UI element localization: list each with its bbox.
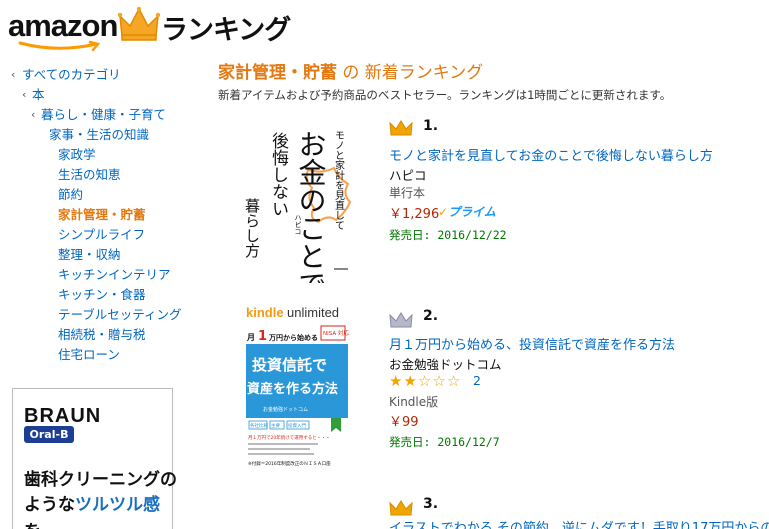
sidebar-item-table-setting[interactable]: テーブルセッティング: [58, 304, 182, 323]
prime-badge: ✓プライム: [438, 203, 496, 220]
amazon-smile-icon: [18, 40, 101, 52]
star-filled-icon: ★: [389, 372, 404, 390]
book-cover-1[interactable]: モノと家計を見直して お金のことで 後悔しない 暮らし方 ハピコ: [238, 118, 358, 283]
cover-2-brand-b: unlimited: [287, 305, 339, 320]
amazon-logo[interactable]: amazon: [8, 8, 118, 44]
ad-headline-line1: 歯科クリーニングの: [24, 470, 177, 490]
page-title: 家計管理・貯蓄 の 新着ランキング: [218, 58, 483, 83]
item-author-2: お金勉強ドットコム: [389, 357, 502, 372]
item-title-1[interactable]: モノと家計を見直してお金のことで後悔しない暮らし方: [389, 145, 713, 164]
sidebar-item-saving[interactable]: 節約: [58, 184, 83, 203]
cover-2-tag-3: 投資入門: [288, 422, 306, 429]
bronze-crown-icon: [389, 500, 413, 516]
sidebar-item-life-tips[interactable]: 生活の知恵: [58, 164, 121, 183]
star-rating[interactable]: ★★☆☆☆: [389, 372, 461, 390]
sidebar-item-life-health[interactable]: 暮らし・健康・子育て: [41, 104, 166, 123]
page-title-suffix: の 新着ランキング: [337, 63, 484, 83]
cover-2-tag-2: 主要: [271, 422, 280, 429]
item-format-2: Kindle版: [389, 395, 439, 409]
sidebar-ad-banner[interactable]: BRAUN Oral-B 歯科クリーニングの ようなツルツル感 を: [12, 388, 177, 529]
cover-2-small-note: ※付録＝2016年制度改正のＮＩＳＡ口座: [248, 460, 331, 467]
ad-headline-highlight: ツルツル感: [75, 495, 160, 515]
chevron-left-icon: ‹: [31, 108, 36, 121]
chevron-left-icon: ‹: [22, 88, 27, 101]
star-empty-icon: ☆: [417, 372, 433, 390]
rank-number-2: 2.: [423, 308, 439, 324]
ad-headline-line3: を: [24, 517, 41, 529]
braun-logo: BRAUN: [24, 405, 102, 427]
prime-check-icon: ✓: [438, 205, 449, 219]
cover-2-tag-1: 各社比較: [250, 422, 268, 429]
sidebar-item-inheritance-tax[interactable]: 相続税・贈与税: [58, 324, 146, 343]
cover-2-main-2: 資産を作る方法: [247, 381, 338, 397]
silver-crown-icon: [389, 312, 413, 328]
cover-2-publisher: お金勉強ドットコム: [263, 406, 308, 413]
cover-2-small-red: 月１万円で20年続けて運用すると・・・: [248, 434, 330, 441]
cover-2-tagline-a: 月: [246, 333, 255, 342]
cover-2-badge: NISA 対応: [323, 329, 349, 337]
review-count-link[interactable]: 2: [473, 373, 481, 388]
cover-1-top: モノと家計を見直して: [333, 130, 345, 230]
item-title-2[interactable]: 月１万円から始める、投資信託で資産を作る方法: [389, 334, 675, 353]
cover-2-tagline-b: 万円から始める: [268, 333, 318, 342]
ad-headline-line2: ようなツルツル感: [24, 490, 160, 515]
sidebar-item-storage[interactable]: 整理・収納: [58, 244, 121, 263]
chevron-left-icon: ‹: [11, 68, 16, 81]
cover-2-tagline-num: 1: [258, 329, 267, 344]
sidebar-item-housing-loan[interactable]: 住宅ローン: [58, 344, 120, 363]
star-empty-icon: ☆: [446, 372, 462, 390]
sidebar-item-household-budget: 家計管理・貯蓄: [58, 207, 146, 222]
cover-1-big: お金のことで: [295, 130, 328, 283]
book-cover-2[interactable]: kindle unlimited 月 1 万円から始める NISA 対応 投資信…: [245, 300, 349, 468]
cover-2-brand-a: kindle: [246, 305, 284, 320]
item-release-date-2: 発売日: 2016/12/7: [389, 435, 500, 449]
cover-1-mid: 後悔しない: [268, 132, 289, 217]
item-price-1: ￥1,296: [389, 207, 440, 222]
sidebar-item-housework[interactable]: 家事・生活の知識: [49, 124, 149, 143]
oral-b-logo: Oral-B: [24, 426, 74, 443]
header: amazon ランキング: [8, 4, 298, 52]
sidebar-item-kitchen-tableware[interactable]: キッチン・食器: [58, 284, 146, 303]
prime-label: プライム: [448, 205, 496, 219]
sidebar-item-books[interactable]: 本: [32, 84, 45, 103]
crown-logo-icon: [118, 6, 160, 41]
cover-1-author: ハピコ: [294, 214, 302, 235]
gold-crown-icon: [389, 120, 413, 136]
book-cover-1-art: モノと家計を見直して お金のことで 後悔しない 暮らし方 ハピコ: [238, 118, 358, 283]
page-subtitle: 新着アイテムおよび予約商品のベストセラー。ランキングは1時間ごとに更新されます。: [218, 88, 672, 102]
item-price-2: ￥99: [389, 415, 419, 430]
ranking-title: ランキング: [161, 15, 291, 46]
star-empty-icon: ☆: [432, 372, 447, 390]
rank-number-3: 3.: [423, 496, 439, 512]
sidebar-item-all-categories[interactable]: すべてのカテゴリ: [22, 64, 121, 83]
item-author-1: ハピコ: [389, 168, 427, 183]
item-format-1: 単行本: [389, 186, 426, 200]
book-cover-2-art: kindle unlimited 月 1 万円から始める NISA 対応 投資信…: [245, 300, 349, 468]
cover-2-main-1: 投資信託で: [252, 356, 327, 374]
star-filled-icon: ★: [403, 372, 418, 390]
ad-headline-prefix: ような: [24, 495, 75, 515]
item-release-date-1: 発売日: 2016/12/22: [389, 228, 507, 242]
sidebar-item-home-economics[interactable]: 家政学: [58, 144, 96, 163]
page-title-category: 家計管理・貯蓄: [218, 63, 337, 83]
item-title-3[interactable]: イラストでわかる その節約、逆にムダです！手取り17万円からの: [389, 517, 769, 529]
cover-1-bottom: 暮らし方: [243, 198, 261, 259]
sidebar-item-kitchen-interior[interactable]: キッチンインテリア: [58, 264, 171, 283]
rank-number-1: 1.: [423, 118, 439, 134]
sidebar-item-simple-life[interactable]: シンプルライフ: [58, 224, 145, 243]
